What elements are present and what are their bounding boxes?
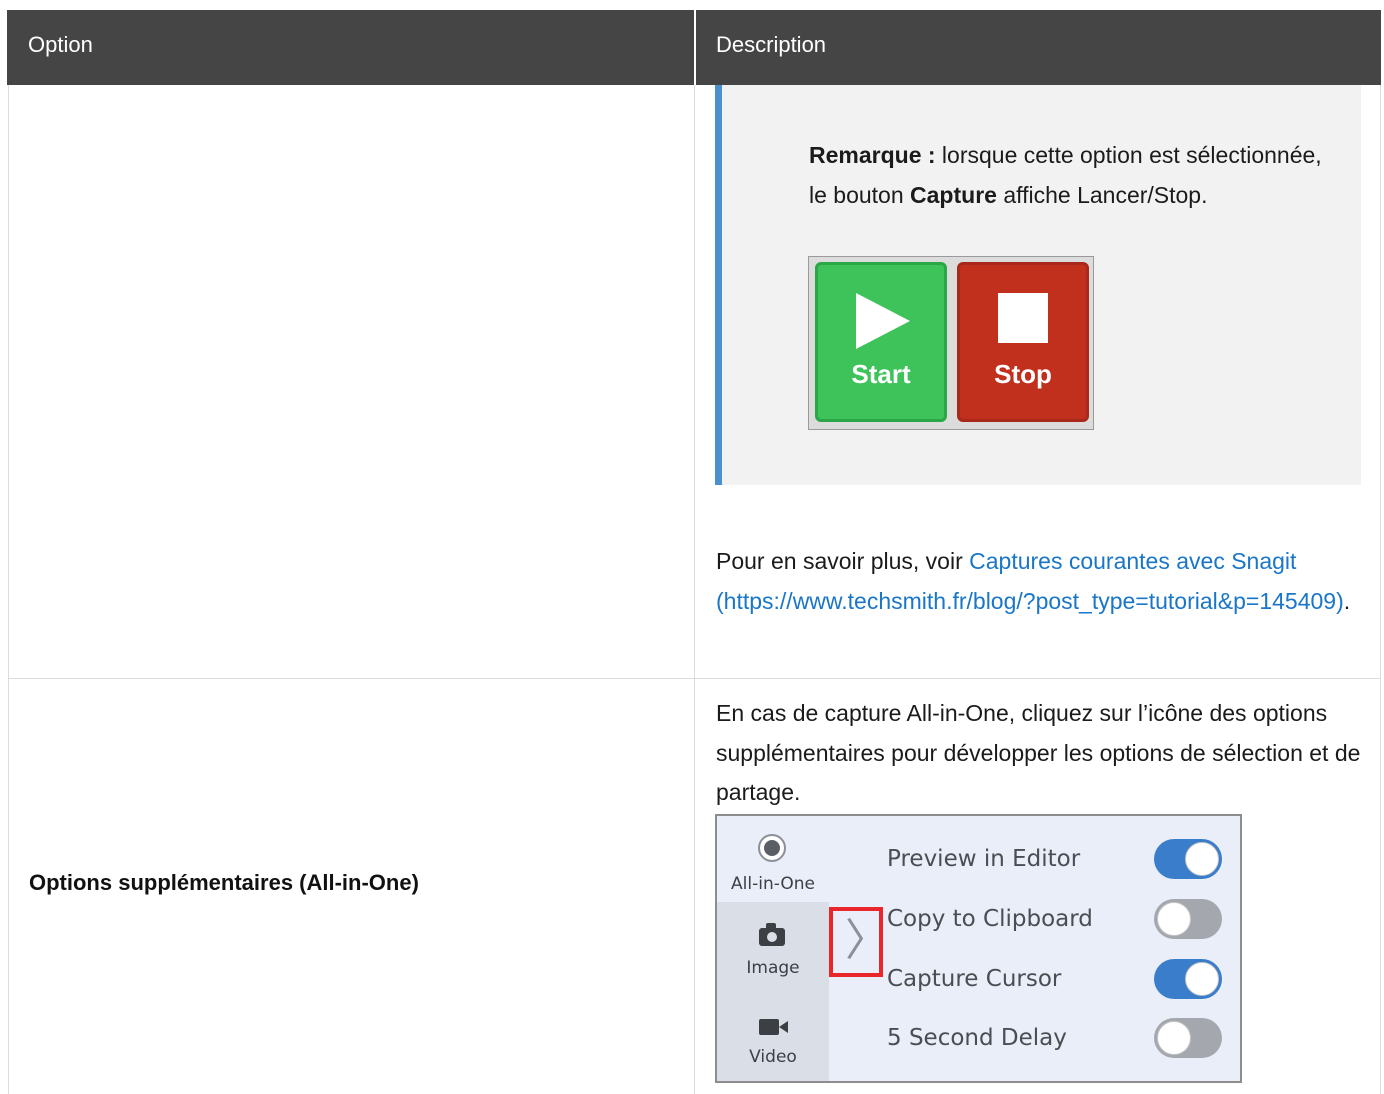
header-option: Option: [28, 32, 93, 57]
chevron-right-icon: 〉: [845, 915, 889, 966]
option-5-second-delay: 5 Second Delay: [887, 1025, 1067, 1051]
start-label: Start: [851, 359, 911, 389]
note-bold-capture: Capture: [910, 181, 997, 208]
header-description: Description: [716, 32, 827, 57]
row-divider: [8, 678, 1381, 679]
play-icon: [856, 293, 910, 349]
toggle-knob: [1185, 842, 1219, 876]
camera-icon: [759, 923, 785, 946]
start-button-image: Start: [815, 262, 947, 422]
option-capture-cursor: Capture Cursor: [887, 966, 1062, 992]
toggle-preview-in-editor[interactable]: [1154, 839, 1222, 879]
toggle-knob: [1157, 902, 1191, 936]
more-options-highlight[interactable]: 〉: [829, 907, 889, 977]
option-preview-in-editor: Preview in Editor: [887, 846, 1081, 872]
mode-all-in-one[interactable]: All-in-One: [717, 816, 829, 902]
toggle-knob: [1185, 962, 1219, 996]
header-separator: [694, 10, 696, 85]
toggle-5-second-delay[interactable]: [1154, 1018, 1222, 1058]
capture-options-screenshot: All-in-One Image Video 〉 Preview in Edit…: [715, 814, 1242, 1083]
capture-mode-sidebar: All-in-One Image Video: [717, 816, 829, 1081]
stop-icon: [998, 293, 1048, 343]
mode-video-label[interactable]: Video: [717, 1047, 829, 1067]
learn-more-prefix: Pour en savoir plus, voir: [716, 548, 970, 574]
learn-more-suffix: .: [1343, 587, 1351, 614]
mode-all-in-one-label: All-in-One: [731, 874, 815, 894]
toggle-capture-cursor[interactable]: [1154, 959, 1222, 999]
note-text: Remarque : lorsque cette option est séle…: [809, 136, 1329, 215]
toggle-knob: [1157, 1021, 1191, 1055]
option-label-all-in-one: Options supplémentaires (All-in-One): [29, 870, 419, 895]
start-stop-screenshot: Start Stop: [808, 256, 1094, 430]
note-text-part-2: affiche Lancer/Stop.: [996, 181, 1208, 208]
table-border-left: [8, 85, 9, 1094]
all-in-one-radio-icon: [758, 834, 786, 862]
table-border-right: [1380, 85, 1381, 1094]
stop-label: Stop: [994, 359, 1052, 389]
mode-image-label[interactable]: Image: [717, 958, 829, 978]
note-bold-prefix: Remarque :: [809, 142, 936, 168]
option-copy-to-clipboard: Copy to Clipboard: [887, 906, 1093, 932]
table-column-divider: [694, 85, 695, 1094]
stop-button-image: Stop: [957, 262, 1089, 422]
all-in-one-description: En cas de capture All-in-One, cliquez su…: [716, 700, 1361, 805]
table-header: Option Description: [7, 10, 1381, 85]
toggle-copy-to-clipboard[interactable]: [1154, 899, 1222, 939]
learn-more-paragraph: Pour en savoir plus, voir Captures coura…: [716, 542, 1356, 621]
video-icon: [759, 1019, 788, 1035]
